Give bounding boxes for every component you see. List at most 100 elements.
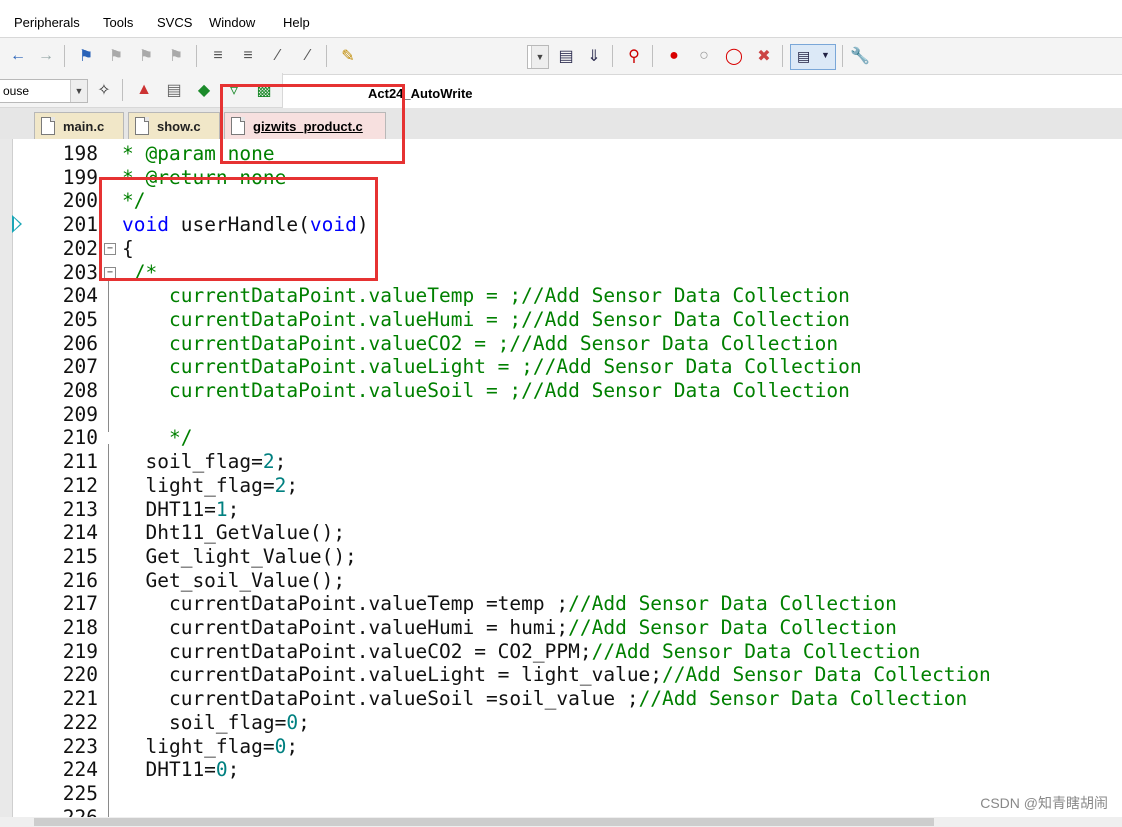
line-number: 219 [62,639,98,663]
line-number: 216 [62,568,98,592]
line-number: 220 [62,663,98,687]
code-line[interactable]: 219 currentDataPoint.valueCO2 = CO2_PPM;… [0,640,1122,664]
code-text: currentDataPoint.valueTemp = ;//Add Sens… [122,284,850,308]
code-line[interactable]: 211 soil_flag=2; [0,450,1122,474]
select-software-packs-icon[interactable]: ◆ [194,79,214,101]
code-line[interactable]: 204 currentDataPoint.valueTemp = ;//Add … [0,284,1122,308]
line-number: 210 [62,426,98,450]
window-layout-button[interactable]: ▤ ▼ [790,44,836,70]
code-text: light_flag=2; [122,473,299,497]
code-line[interactable]: 225 [0,782,1122,806]
main-toolbar: ← → ⚑ ⚑ ⚑ ⚑ ≡ ≡ ⁄ ⁄ ✎ Act24_AutoWrite ▼ … [0,37,1122,101]
file-extensions-icon[interactable]: ▤ [164,79,184,101]
editor-tab-bar: main.c show.c gizwits_product.c [0,108,1122,140]
code-line[interactable]: 214 Dht11_GetValue(); [0,521,1122,545]
target-options-icon[interactable]: ✎ [338,45,358,67]
menu-window[interactable]: Window [209,15,255,30]
tab-show-c[interactable]: show.c [128,112,220,139]
horizontal-scrollbar[interactable] [0,817,1122,827]
insert-breakpoint-icon[interactable]: ● [664,45,684,67]
uncomment-icon[interactable]: ⁄ [298,45,318,67]
code-text: currentDataPoint.valueHumi = humi;//Add … [122,616,897,639]
unindent-icon[interactable]: ≡ [238,45,258,67]
tab-label: show.c [157,119,201,134]
next-bookmark-icon[interactable]: ⚑ [136,45,156,67]
code-line[interactable]: 206 currentDataPoint.valueCO2 = ;//Add S… [0,332,1122,356]
code-text: */ [122,426,193,450]
file-icon [135,117,149,135]
menu-tools[interactable]: Tools [103,15,133,30]
enable-breakpoint-icon[interactable]: ○ [694,45,714,67]
fold-bracket [108,444,109,817]
code-line[interactable]: 198 * @param none [0,142,1122,166]
code-text: soil_flag=0; [122,710,310,734]
tab-main-c[interactable]: main.c [34,112,124,139]
disable-breakpoints-icon[interactable]: ◯ [724,45,744,67]
line-number: 215 [62,544,98,568]
code-text: currentDataPoint.valueHumi = ;//Add Sens… [122,307,850,331]
line-number: 198 [62,142,98,165]
code-text: DHT11=1; [122,497,240,521]
scrollbar-thumb[interactable] [34,818,934,826]
code-line[interactable]: 226 [0,806,1122,817]
toolbar-separator [196,45,197,67]
highlight-box-tab [220,84,405,164]
code-line[interactable]: 205 currentDataPoint.valueHumi = ;//Add … [0,308,1122,332]
code-line[interactable]: 222 soil_flag=0; [0,711,1122,735]
code-line[interactable]: 223 light_flag=0; [0,735,1122,759]
code-line[interactable]: 209 [0,403,1122,427]
line-number: 217 [62,592,98,616]
menu-svcs[interactable]: SVCS [157,15,192,30]
wand-icon[interactable]: ✧ [94,79,114,101]
line-number: 208 [62,379,98,402]
chevron-down-icon: ▼ [531,46,548,68]
line-number: 200 [62,189,98,213]
code-text: currentDataPoint.valueCO2 = CO2_PPM;//Ad… [122,639,921,663]
code-line[interactable]: 208 currentDataPoint.valueSoil = ;//Add … [0,379,1122,403]
code-line[interactable]: 220 currentDataPoint.valueLight = light_… [0,663,1122,687]
bookmark-flag-icon[interactable]: ⚑ [76,45,96,67]
code-line[interactable]: 217 currentDataPoint.valueTemp =temp ;//… [0,592,1122,616]
menu-peripherals[interactable]: Peripherals [14,15,80,30]
comment-icon[interactable]: ⁄ [268,45,288,67]
line-number: 203 [62,260,98,284]
code-line[interactable]: 224 DHT11=0; [0,758,1122,782]
toolbar-separator [842,45,843,67]
forward-arrow-icon[interactable]: → [36,45,56,67]
code-line[interactable]: 218 currentDataPoint.valueHumi = humi;//… [0,616,1122,640]
kill-breakpoints-icon[interactable]: ✖ [754,45,774,67]
window-layout-icon: ▤ [797,48,811,64]
line-number: 223 [62,734,98,758]
back-arrow-icon[interactable]: ← [8,45,28,67]
target-dropdown[interactable]: ▼ [527,45,549,69]
menu-bar: Peripherals Tools SVCS Window Help [0,8,1122,36]
line-number: 204 [62,284,98,308]
clear-bookmarks-icon[interactable]: ⚑ [166,45,186,67]
line-number: 207 [62,355,98,379]
code-line[interactable]: 216 Get_soil_Value(); [0,569,1122,593]
menu-help[interactable]: Help [283,15,310,30]
debug-session-icon[interactable]: ⚲ [624,45,644,67]
code-text: currentDataPoint.valueLight = ;//Add Sen… [122,355,862,379]
manage-components-icon[interactable]: ▲ [134,79,154,101]
prev-bookmark-icon[interactable]: ⚑ [106,45,126,67]
wrench-icon[interactable]: 🔧 [850,45,870,67]
code-line[interactable]: 221 currentDataPoint.valueSoil =soil_val… [0,687,1122,711]
line-number: 213 [62,497,98,521]
project-combo[interactable]: ouse ▼ [0,79,88,103]
code-text: light_flag=0; [122,734,299,758]
window-title-bar [0,0,1122,8]
line-number: 209 [62,402,98,426]
code-line[interactable]: 213 DHT11=1; [0,498,1122,522]
translate-icon[interactable]: ▤ [556,45,576,67]
indent-icon[interactable]: ≡ [208,45,228,67]
code-text: soil_flag=2; [122,450,287,474]
code-line[interactable]: 215 Get_light_Value(); [0,545,1122,569]
download-icon[interactable]: ⇓ [584,45,604,67]
code-line[interactable]: 210 */ [0,426,1122,450]
code-line[interactable]: 212 light_flag=2; [0,474,1122,498]
line-number: 205 [62,307,98,331]
code-text: Get_light_Value(); [122,544,357,568]
code-line[interactable]: 207 currentDataPoint.valueLight = ;//Add… [0,355,1122,379]
highlight-box-function [99,177,378,281]
